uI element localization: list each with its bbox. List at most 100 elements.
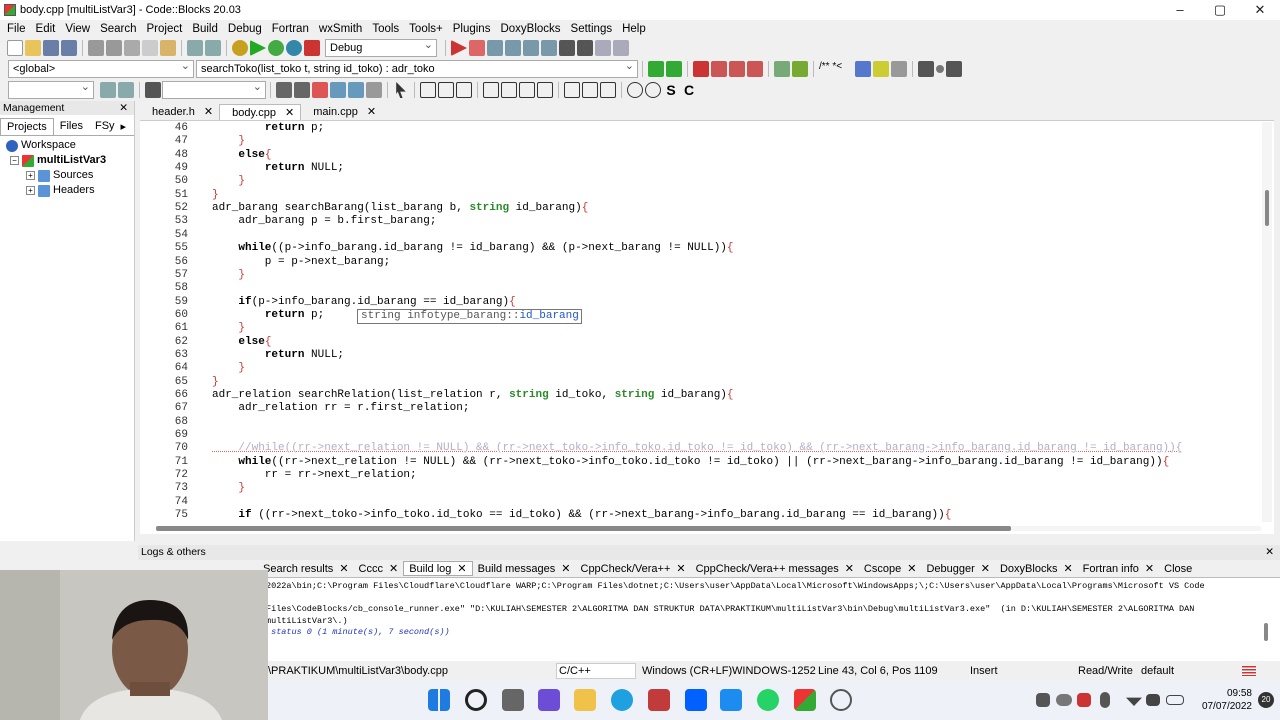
code-line[interactable]: adr_relation rr = r.first_relation; [212,402,469,414]
check-widget-icon[interactable] [600,82,616,98]
new-file-icon[interactable] [7,40,23,56]
arrow-left-icon[interactable] [276,82,292,98]
build-icon[interactable] [232,40,248,56]
frame-icon[interactable] [420,82,436,98]
log-tab-build-messages[interactable]: Build messages ✕ [473,562,576,576]
replace-icon[interactable] [205,40,221,56]
menu-item-help[interactable]: Help [617,23,651,35]
log-tab-search-results[interactable]: Search results ✕ [258,562,354,576]
code-line[interactable]: if ((rr->next_toko->info_toko.id_toko ==… [212,509,951,521]
log-tab-fortran-info[interactable]: Fortran info ✕ [1078,562,1159,576]
close-tab-icon[interactable]: ✕ [1145,562,1154,575]
menu-item-settings[interactable]: Settings [566,23,618,35]
tab-body-cpp[interactable]: body.cpp ✕ [219,104,302,120]
pause-icon[interactable] [559,40,575,56]
sizer-icon[interactable] [483,82,499,98]
open-icon[interactable] [25,40,41,56]
log-tab-cccc[interactable]: Cccc ✕ [354,562,404,576]
start-icon[interactable] [428,689,450,711]
class-wizard-icon[interactable] [774,61,790,77]
menu-item-file[interactable]: File [2,23,31,35]
flex-sizer-icon[interactable] [537,82,553,98]
log-tab-build-log[interactable]: Build log ✕ [403,561,473,576]
regex-icon[interactable] [366,82,382,98]
button-widget-icon[interactable] [564,82,580,98]
rebuild-icon[interactable] [286,40,302,56]
minimize-button[interactable]: – [1160,0,1200,20]
menu-item-search[interactable]: Search [95,23,141,35]
bookmark-prev-icon[interactable] [711,61,727,77]
close-tab-icon[interactable]: ✕ [981,562,990,575]
menu-item-doxyblocks[interactable]: DoxyBlocks [495,23,565,35]
dropbox-icon[interactable] [685,689,707,711]
find-icon[interactable] [187,40,203,56]
log-tab-cppcheck-vera-messages[interactable]: CppCheck/Vera++ messages ✕ [691,562,859,576]
volume-icon[interactable] [1146,694,1160,706]
log-tab-close[interactable]: Close [1159,563,1197,575]
tab-files[interactable]: Files [54,118,89,135]
code-line[interactable]: else{ [212,336,271,348]
close-tab-icon[interactable]: ✕ [845,562,854,575]
tab-fsymbols[interactable]: FSy [89,118,121,135]
replace-text-icon[interactable] [330,82,346,98]
expand-icon[interactable]: + [26,186,35,195]
whatsapp-icon[interactable] [757,689,779,711]
jump-forward-icon[interactable] [666,61,682,77]
code-line[interactable]: if(p->info_barang.id_barang == id_barang… [212,296,515,308]
antivirus-icon[interactable] [1077,693,1091,707]
code-line[interactable]: } [212,376,219,388]
next-line-icon[interactable] [487,40,503,56]
stop-debug-icon[interactable] [577,40,593,56]
code-line[interactable]: } [212,135,245,147]
step-into-icon[interactable] [505,40,521,56]
next-instruction-icon[interactable] [541,40,557,56]
task-view-icon[interactable] [502,689,524,711]
function-select[interactable]: searchToko(list_toko t, string id_toko) … [196,58,638,78]
close-tab-icon[interactable]: ✕ [561,562,570,575]
tree-sources[interactable]: + Sources [6,168,134,183]
code-line[interactable]: } [212,482,245,494]
collapse-icon[interactable]: − [10,156,19,165]
tab-header-h[interactable]: header.h ✕ [140,104,219,120]
bookmark-clear-icon[interactable] [747,61,763,77]
maximize-button[interactable]: ▢ [1200,0,1240,20]
comment-icon[interactable]: /** *< [819,61,853,77]
highlight-icon[interactable] [312,82,328,98]
log-tab-cppcheck-vera-[interactable]: CppCheck/Vera++ ✕ [576,562,691,576]
scroll-thumb[interactable] [1265,190,1269,226]
jump-back-icon[interactable] [648,61,664,77]
code-line[interactable]: else{ [212,149,271,161]
close-management-icon[interactable]: ✕ [119,101,128,115]
code-line[interactable]: //while((rr->next_relation != NULL) && (… [212,442,1182,454]
code-line[interactable]: return NULL; [212,162,344,174]
notification-badge[interactable]: 20 [1258,692,1274,708]
tools-icon[interactable] [891,61,907,77]
menu-item-fortran[interactable]: Fortran [267,23,314,35]
close-tab-icon[interactable]: ✕ [389,562,398,575]
recorder-icon[interactable] [830,689,852,711]
nav-forward-icon[interactable] [946,61,962,77]
clock[interactable]: 09:58 07/07/2022 [1202,680,1252,713]
menu-item-edit[interactable]: Edit [31,23,61,35]
zoom-out-icon[interactable] [645,82,661,98]
tree-headers[interactable]: + Headers [6,183,134,198]
code-line[interactable]: while((p->info_barang.id_barang != id_ba… [212,242,733,254]
code-line[interactable]: return NULL; [212,349,344,361]
menu-item-project[interactable]: Project [142,23,188,35]
close-tab-icon[interactable]: ✕ [457,562,466,575]
save-icon[interactable] [43,40,59,56]
horizontal-scrollbar[interactable] [156,526,1261,531]
log-scroll-thumb[interactable] [1264,623,1268,641]
bookmark-toggle-icon[interactable] [693,61,709,77]
font-icon[interactable] [348,82,364,98]
code-line[interactable]: adr_barang searchBarang(list_barang b, s… [212,202,588,214]
microphone-icon[interactable] [1100,692,1110,708]
doxy-wizard-icon[interactable] [792,61,808,77]
paste-icon[interactable] [160,40,176,56]
code-line[interactable]: p = p->next_barang; [212,256,390,268]
menu-item-plugins[interactable]: Plugins [448,23,496,35]
tab-main-cpp[interactable]: main.cpp ✕ [301,104,382,120]
grid-sizer-icon[interactable] [519,82,535,98]
bluetooth-app-icon[interactable] [720,689,742,711]
save-all-icon[interactable] [61,40,77,56]
